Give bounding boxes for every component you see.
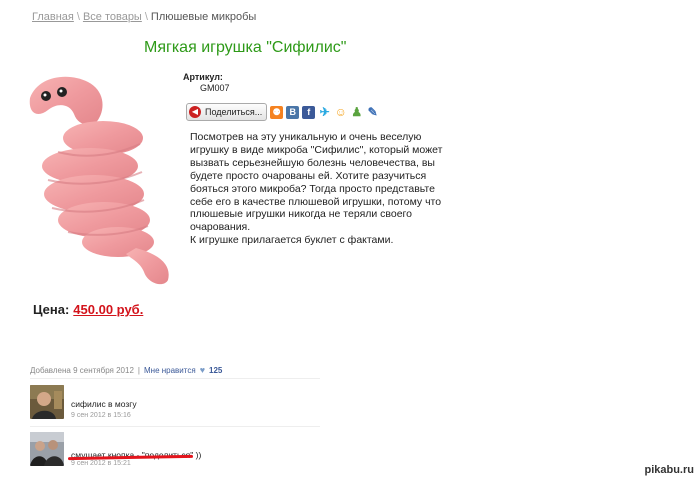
comment-time: 9 сен 2012 в 15:21 bbox=[71, 460, 131, 467]
breadcrumb-separator: \ bbox=[76, 11, 80, 23]
avatar[interactable] bbox=[30, 432, 64, 466]
breadcrumb: Главная \ Все товары \ Плюшевые микробы bbox=[32, 11, 256, 23]
comment-text: сифилис в мозгу bbox=[71, 399, 137, 409]
facebook-icon[interactable]: f bbox=[302, 105, 316, 119]
watermark: pikabu.ru bbox=[644, 464, 694, 476]
people-icon[interactable]: ♟ bbox=[350, 105, 364, 119]
meta-divider: | bbox=[137, 365, 140, 375]
divider bbox=[30, 378, 320, 379]
twitter-icon[interactable]: ✈ bbox=[318, 105, 332, 119]
price: Цена: 450.00 руб. bbox=[33, 302, 143, 317]
comment-item: смущает кнопка - "поделиться" )) 9 сен 2… bbox=[30, 432, 320, 472]
comment-item: сифилис в мозгу 9 сен 2012 в 15:16 bbox=[30, 385, 320, 425]
share-button-label: Поделиться... bbox=[205, 107, 263, 117]
like-link[interactable]: Мне нравится bbox=[144, 366, 196, 375]
product-title: Мягкая игрушка "Сифилис" bbox=[144, 39, 347, 56]
like-count: 125 bbox=[209, 365, 223, 375]
share-icon: ◀ bbox=[189, 106, 201, 118]
added-date: Добавлена 9 сентября 2012 bbox=[30, 365, 134, 375]
breadcrumb-separator: \ bbox=[144, 11, 148, 23]
divider bbox=[30, 426, 320, 427]
price-label: Цена: bbox=[33, 302, 70, 317]
article-value: GM007 bbox=[200, 83, 230, 93]
breadcrumb-all-products-link[interactable]: Все товары bbox=[83, 11, 142, 23]
odnoklassniki-icon[interactable]: ⚉ bbox=[270, 105, 284, 119]
breadcrumb-current: Плюшевые микробы bbox=[150, 11, 257, 23]
comment-time: 9 сен 2012 в 15:16 bbox=[71, 412, 131, 419]
vk-icon[interactable]: B bbox=[286, 105, 300, 119]
product-image bbox=[29, 76, 169, 285]
avatar[interactable] bbox=[30, 385, 64, 419]
heart-icon[interactable]: ♥ bbox=[200, 365, 205, 375]
article-label: Артикул: bbox=[183, 72, 223, 82]
share-button[interactable]: ◀ Поделиться... bbox=[186, 103, 268, 121]
meta-row: Добавлена 9 сентября 2012 | Мне нравится… bbox=[30, 365, 222, 375]
share-bar: ◀ Поделиться... ⚉ B f ✈ ☺ ♟ ✎ bbox=[186, 103, 380, 121]
breadcrumb-home-link[interactable]: Главная bbox=[32, 11, 74, 23]
product-description: Посмотрев на эту уникальную и очень весе… bbox=[190, 131, 443, 247]
price-value[interactable]: 450.00 руб. bbox=[73, 302, 143, 317]
mail-icon[interactable]: ☺ bbox=[334, 105, 348, 119]
pencil-icon[interactable]: ✎ bbox=[366, 105, 380, 119]
